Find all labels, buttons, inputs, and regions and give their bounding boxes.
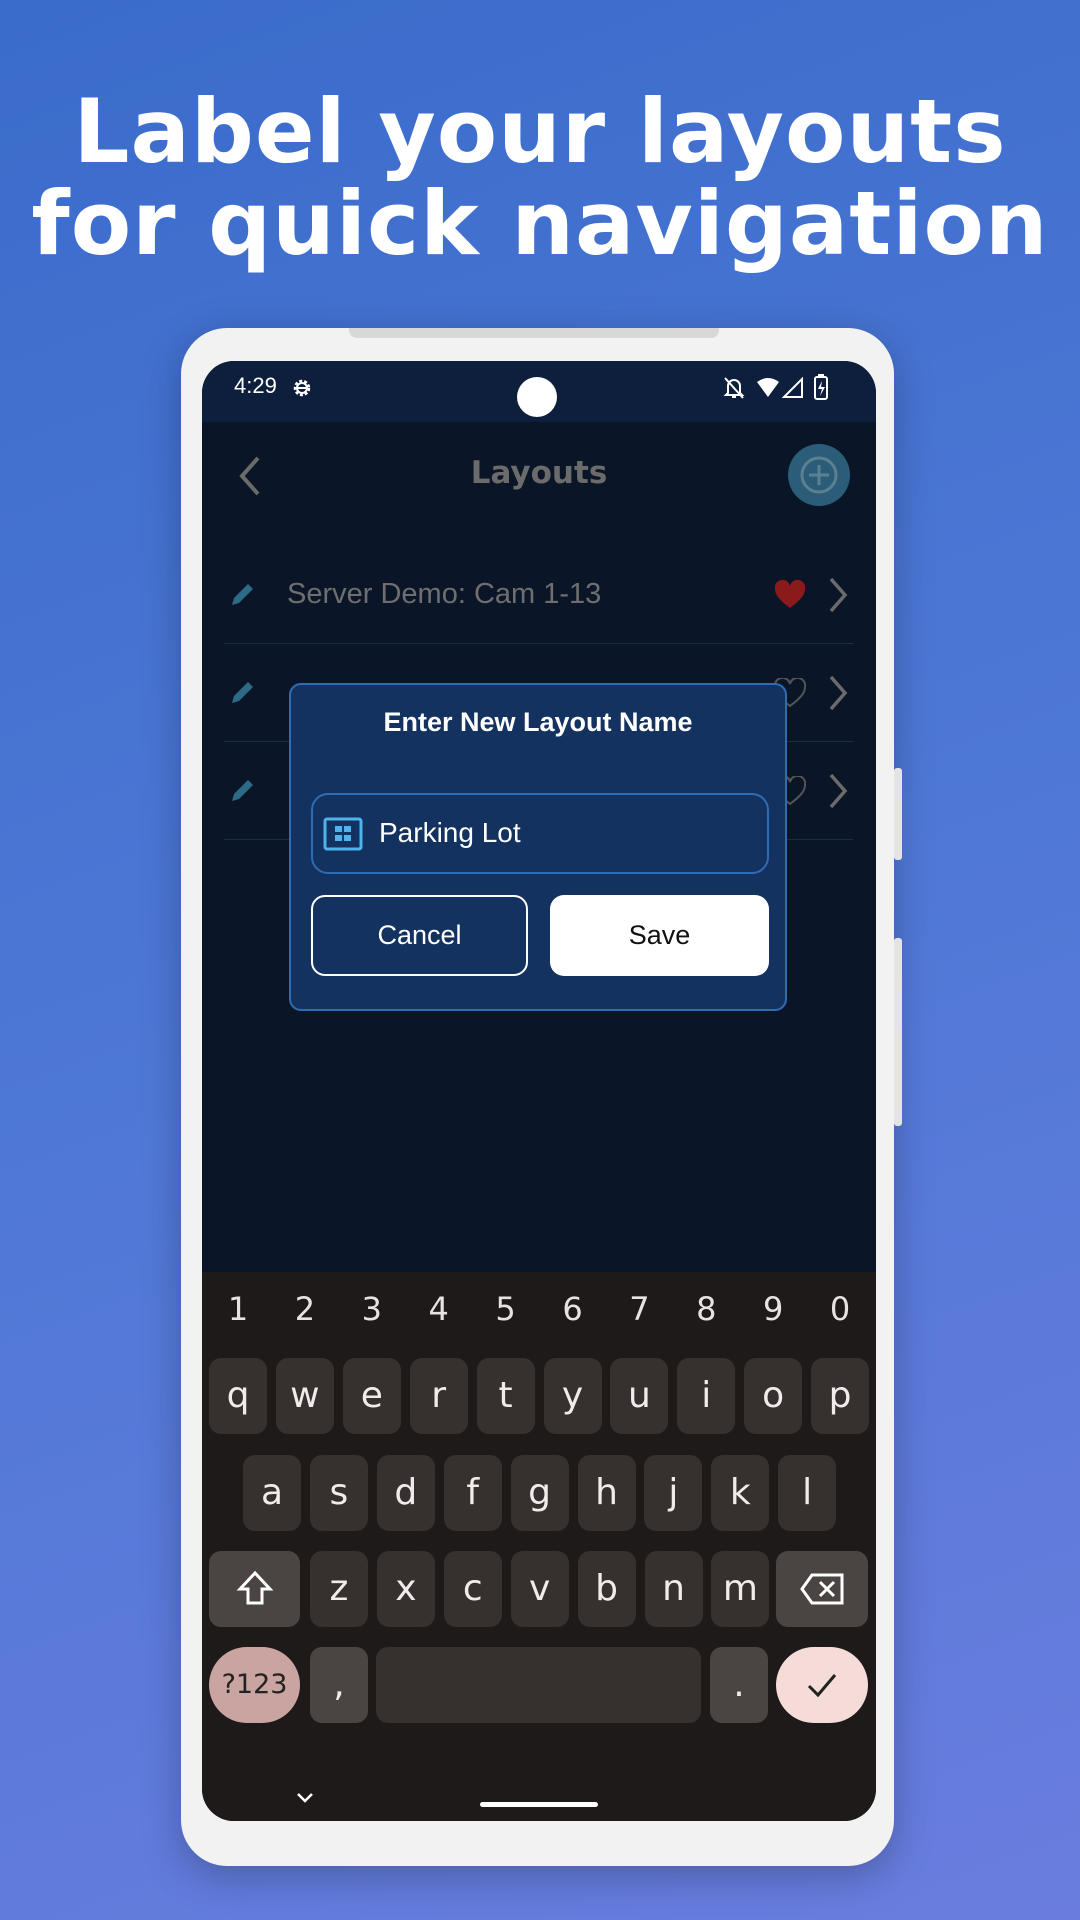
- key-6[interactable]: 6: [544, 1290, 602, 1328]
- key-m[interactable]: m: [711, 1551, 770, 1627]
- key-x[interactable]: x: [376, 1551, 435, 1627]
- headline-line-1: Label your layouts: [73, 80, 1007, 183]
- key-g[interactable]: g: [510, 1455, 569, 1531]
- edit-pencil-icon[interactable]: [228, 579, 258, 609]
- key-y[interactable]: y: [543, 1358, 602, 1434]
- key-o[interactable]: o: [744, 1358, 803, 1434]
- key-s[interactable]: s: [309, 1455, 368, 1531]
- phone-screen: 4:29 Layouts Server Demo: Cam 1-13 Enter…: [202, 361, 876, 1821]
- key-d[interactable]: d: [376, 1455, 435, 1531]
- headline: Label your layouts for quick navigation: [0, 86, 1080, 270]
- home-indicator[interactable]: [480, 1802, 598, 1807]
- checkmark-icon: [807, 1674, 837, 1698]
- key-c[interactable]: c: [443, 1551, 502, 1627]
- key-h[interactable]: h: [577, 1455, 636, 1531]
- layout-name-value: Parking Lot: [379, 817, 521, 848]
- wifi-icon: [757, 378, 779, 397]
- dialog-title: Enter New Layout Name: [383, 707, 693, 737]
- key-4[interactable]: 4: [410, 1290, 468, 1328]
- add-layout-button[interactable]: [788, 444, 850, 506]
- grid-layout-icon: [323, 817, 363, 851]
- key-n[interactable]: n: [644, 1551, 703, 1627]
- key-i[interactable]: i: [677, 1358, 736, 1434]
- key-e[interactable]: e: [342, 1358, 401, 1434]
- enter-key[interactable]: [776, 1647, 868, 1723]
- key-3[interactable]: 3: [343, 1290, 401, 1328]
- phone-side-button: [894, 768, 902, 860]
- signal-icon: [782, 377, 803, 398]
- key-9[interactable]: 9: [744, 1290, 802, 1328]
- key-k[interactable]: k: [711, 1455, 770, 1531]
- key-2[interactable]: 2: [276, 1290, 334, 1328]
- edit-pencil-icon[interactable]: [228, 775, 258, 805]
- key-a[interactable]: a: [243, 1455, 301, 1531]
- page-title: Layouts: [470, 455, 608, 491]
- shift-key[interactable]: [209, 1551, 300, 1627]
- status-time: 4:29: [234, 373, 277, 398]
- hide-keyboard-icon[interactable]: [296, 1792, 314, 1804]
- shift-icon: [236, 1570, 273, 1605]
- key-0[interactable]: 0: [811, 1290, 869, 1328]
- layout-list-item[interactable]: Server Demo: Cam 1-13: [224, 546, 853, 644]
- cancel-button[interactable]: Cancel: [311, 895, 528, 976]
- key-z[interactable]: z: [310, 1551, 368, 1627]
- notifications-off-icon: [723, 377, 745, 399]
- edit-pencil-icon[interactable]: [228, 677, 258, 707]
- battery-charging-icon: [814, 374, 828, 400]
- backspace-key[interactable]: [776, 1551, 868, 1627]
- key-p[interactable]: p: [811, 1358, 870, 1434]
- settings-gear-icon: [293, 379, 311, 397]
- key-w[interactable]: w: [275, 1358, 334, 1434]
- key-u[interactable]: u: [610, 1358, 669, 1434]
- comma-key[interactable]: ,: [310, 1647, 368, 1723]
- key-5[interactable]: 5: [477, 1290, 535, 1328]
- heart-filled-icon[interactable]: [774, 580, 806, 610]
- layout-name: Server Demo: Cam 1-13: [287, 578, 602, 610]
- key-q[interactable]: q: [209, 1358, 267, 1434]
- headline-line-2: for quick navigation: [31, 172, 1049, 275]
- chevron-right-icon[interactable]: [827, 576, 849, 614]
- key-1[interactable]: 1: [209, 1290, 267, 1328]
- key-7[interactable]: 7: [610, 1290, 668, 1328]
- keyboard: 1 2 3 4 5 6 7 8 9 0 q w e r t y u i o p a s d f g h j k l z x c v b n m ?123…: [202, 1272, 876, 1821]
- key-f[interactable]: f: [443, 1455, 502, 1531]
- symbols-key[interactable]: ?123: [209, 1647, 300, 1723]
- space-key[interactable]: [376, 1647, 701, 1723]
- key-t[interactable]: t: [476, 1358, 535, 1434]
- backspace-icon: [800, 1573, 844, 1605]
- period-key[interactable]: .: [710, 1647, 768, 1723]
- layout-name-input[interactable]: Parking Lot: [311, 793, 769, 874]
- save-button[interactable]: Save: [550, 895, 769, 976]
- key-b[interactable]: b: [577, 1551, 636, 1627]
- camera-cutout: [517, 377, 557, 417]
- rename-dialog: Enter New Layout Name Parking Lot Cancel…: [289, 683, 787, 1011]
- phone-volume-button: [894, 938, 902, 1126]
- key-v[interactable]: v: [510, 1551, 569, 1627]
- key-j[interactable]: j: [644, 1455, 703, 1531]
- chevron-right-icon[interactable]: [827, 772, 849, 810]
- chevron-right-icon[interactable]: [827, 674, 849, 712]
- key-r[interactable]: r: [409, 1358, 468, 1434]
- key-8[interactable]: 8: [677, 1290, 735, 1328]
- key-l[interactable]: l: [778, 1455, 837, 1531]
- status-bar: 4:29: [202, 361, 876, 422]
